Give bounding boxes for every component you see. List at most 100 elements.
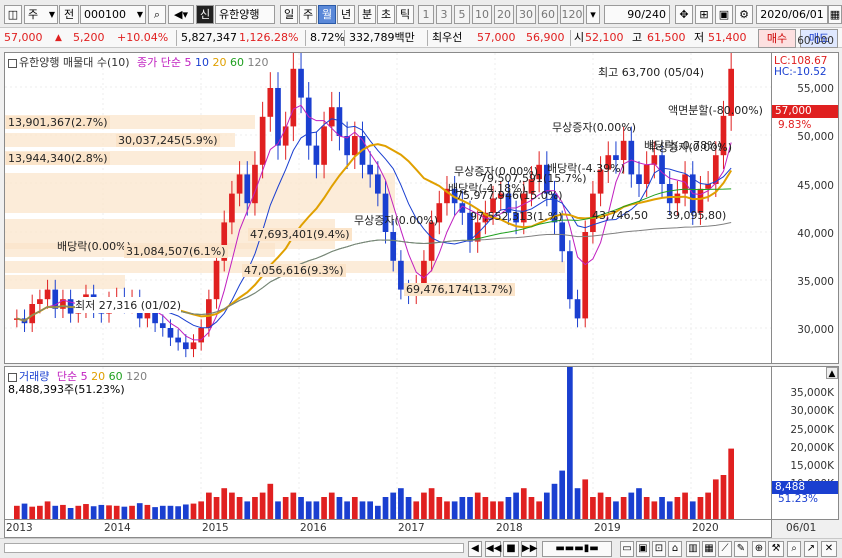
legend-box-icon <box>8 58 17 68</box>
lens-icon[interactable]: ⊕ <box>752 541 766 557</box>
legend-stock-name: 유한양행 매물대 수(10) <box>19 56 130 69</box>
volume-profile-10: 97,552,313(1.%) <box>470 210 563 223</box>
magnify-icon[interactable]: ⌕ <box>787 541 801 557</box>
period-day[interactable]: 일 <box>280 5 298 24</box>
interval-30[interactable]: 30 <box>516 5 536 24</box>
volume-profile-9: 75,977,946(15.0%) <box>456 189 563 202</box>
zoom-out-icon[interactable]: ▭ <box>620 541 634 557</box>
market-select[interactable]: 전 <box>59 5 79 24</box>
interval-60[interactable]: 60 <box>538 5 558 24</box>
x-tick-2016: 2016 <box>300 522 327 534</box>
candle-body <box>559 222 566 252</box>
price-chart-panel[interactable] <box>4 52 772 364</box>
page-counter[interactable]: 90/240 <box>604 5 670 24</box>
volume-bar <box>613 501 619 519</box>
wrench-icon[interactable]: ⚒ <box>768 541 784 557</box>
candle-body <box>666 184 673 204</box>
volume-bar <box>559 470 566 519</box>
name-badge: 신 <box>196 5 214 24</box>
volume-bar <box>198 501 205 519</box>
period-minute[interactable]: 분 <box>358 5 376 24</box>
draw-icon[interactable]: ✎ <box>734 541 748 557</box>
price-legend: 유한양행 매물대 수(10) 종가 단순 5 10 20 60 120 <box>8 54 269 69</box>
candle-body <box>398 260 404 290</box>
legend-ma10: 10 <box>195 56 210 69</box>
volume-bar <box>282 497 289 519</box>
arrow-icon[interactable]: ↗ <box>804 541 818 557</box>
interval-dropdown-icon[interactable]: ▾ <box>586 5 600 24</box>
volume-bar <box>436 497 443 519</box>
search-icon[interactable]: ⌕ <box>148 5 166 24</box>
volume-axis[interactable]: 35,000K30,000K25,000K20,000K15,000K10,00… <box>771 366 839 520</box>
period-month[interactable]: 월 <box>318 5 336 24</box>
candle-body <box>674 193 681 204</box>
gear-icon[interactable]: ⚙ <box>735 5 753 24</box>
interval-3[interactable]: 3 <box>436 5 452 24</box>
interval-120[interactable]: 120 <box>560 5 584 24</box>
period-tick[interactable]: 틱 <box>396 5 414 24</box>
x-tick-2017: 2017 <box>398 522 425 534</box>
candle-icon[interactable]: ▦ <box>702 541 716 557</box>
volume-bar <box>167 505 174 519</box>
overlay-icon[interactable]: ⊞ <box>695 5 713 24</box>
volume-bar <box>113 505 120 519</box>
x-tick-2013: 2013 <box>6 522 33 534</box>
candle-body <box>574 299 581 319</box>
volume-bar <box>190 503 197 519</box>
candle-body <box>328 107 335 127</box>
volume-bar <box>520 488 527 519</box>
code-input[interactable]: 000100 ▼ <box>80 5 146 24</box>
price-axis[interactable]: LC:108.67 HC:-10.52 60,000 55,000 50,000 45… <box>771 35 839 432</box>
speaker-icon[interactable]: ◀▾ <box>168 5 194 24</box>
period-year[interactable]: 년 <box>337 5 355 24</box>
candle-body <box>321 126 327 165</box>
volume-bar <box>451 501 458 519</box>
collapse-panel-icon[interactable]: ▲ <box>826 367 838 379</box>
stock-name[interactable]: 유한양행 <box>215 5 275 24</box>
quote-change-pct: +10.04% <box>117 31 169 44</box>
volume-bar <box>682 492 688 519</box>
close-icon[interactable]: ✕ <box>821 541 837 557</box>
volume-bar <box>666 501 673 519</box>
volume-bar <box>252 497 258 519</box>
x-tick-2020: 2020 <box>692 522 719 534</box>
scroll-left-icon[interactable]: ◀ <box>468 541 482 557</box>
volume-profile-4: 31,084,507(6.1%) <box>124 245 228 258</box>
chart-window-icon[interactable]: ◫ <box>4 5 22 24</box>
crosshair-icon[interactable]: ✥ <box>675 5 693 24</box>
buy-button[interactable]: 매수 <box>758 29 796 48</box>
candle-body <box>344 136 350 156</box>
bar-chart-icon[interactable]: ▥ <box>686 541 700 557</box>
volume-bar <box>206 492 212 519</box>
volume-bar <box>60 504 66 519</box>
zoom-in-icon[interactable]: ▣ <box>636 541 650 557</box>
interval-5[interactable]: 5 <box>454 5 470 24</box>
price-chart-canvas <box>5 53 771 363</box>
interval-20[interactable]: 20 <box>494 5 514 24</box>
x-tick-2015: 2015 <box>202 522 229 534</box>
annotation-div-6: 무상증자(0.00%) <box>648 141 733 154</box>
lock-icon[interactable]: ⊡ <box>652 541 666 557</box>
candle-body <box>244 174 251 204</box>
stop-icon[interactable]: ■ <box>503 541 519 557</box>
volume-bar <box>52 505 59 519</box>
calendar-icon[interactable]: ▦ <box>828 5 842 24</box>
candle-body <box>367 164 373 175</box>
restore-icon[interactable]: ⌂ <box>668 541 682 557</box>
volume-bar <box>467 497 473 519</box>
period-select[interactable]: 주 ▼ <box>24 5 58 24</box>
period-week[interactable]: 주 <box>299 5 317 24</box>
interval-10[interactable]: 10 <box>472 5 492 24</box>
volume-bar <box>259 492 266 519</box>
line-chart-icon[interactable]: ⟋ <box>718 541 732 557</box>
period-second[interactable]: 초 <box>377 5 395 24</box>
date-field[interactable]: 2020/06/01 <box>756 5 828 24</box>
horizontal-scrollbar[interactable] <box>4 543 464 553</box>
zoom-slider[interactable]: ▬▬▬▮▬ <box>542 541 612 557</box>
volume-bar <box>382 497 389 519</box>
rewind-icon[interactable]: ◀◀ <box>485 541 501 557</box>
save-icon[interactable]: ▣ <box>715 5 733 24</box>
forward-icon[interactable]: ▶▶ <box>521 541 537 557</box>
interval-1[interactable]: 1 <box>418 5 434 24</box>
volume-tick: 15,000K <box>790 460 834 472</box>
